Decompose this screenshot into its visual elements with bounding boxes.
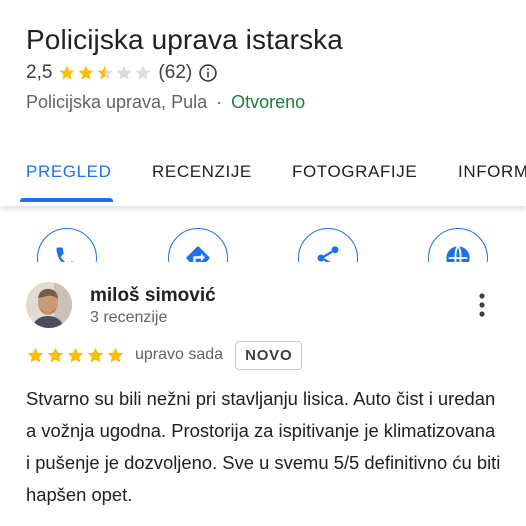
star-icon xyxy=(97,65,113,80)
reviewer-review-count: 3 recenzije xyxy=(90,309,168,326)
tab-photos[interactable]: FOTOGRAFIJE xyxy=(292,162,417,182)
separator-dot: · xyxy=(216,92,223,112)
tab-bar: PREGLED RECENZIJE FOTOGRAFIJE INFORM xyxy=(0,140,526,204)
rating-row: 2,5 (62) xyxy=(26,62,218,84)
review-count[interactable]: (62) xyxy=(158,62,192,84)
star-icon xyxy=(59,65,75,80)
open-status: Otvoreno xyxy=(231,92,306,112)
rating-value: 2,5 xyxy=(26,62,53,83)
tab-reviews[interactable]: RECENZIJE xyxy=(152,162,252,182)
review-time: upravo sada xyxy=(135,346,224,363)
tab-info[interactable]: INFORM xyxy=(458,162,526,182)
star-icon xyxy=(47,347,64,363)
place-header: Policijska uprava istarska 2,5 (62) Poli… xyxy=(0,0,526,206)
category-location: Policijska uprava, Pula xyxy=(26,92,208,112)
star-icon xyxy=(27,347,44,363)
star-icon xyxy=(67,347,84,363)
info-icon[interactable] xyxy=(198,63,218,83)
active-tab-indicator xyxy=(20,198,113,202)
reviewer-name[interactable]: miloš simović xyxy=(90,285,216,307)
star-icon xyxy=(78,65,94,80)
review-card-background xyxy=(0,262,526,302)
tab-overview[interactable]: PREGLED xyxy=(26,162,111,182)
place-title: Policijska uprava istarska xyxy=(26,24,343,55)
review-meta: upravo sada NOVO xyxy=(26,340,303,370)
new-badge: NOVO xyxy=(235,340,303,370)
more-options-icon[interactable] xyxy=(470,290,494,320)
reviewer-avatar[interactable] xyxy=(26,282,72,328)
place-subtitle: Policijska uprava, Pula · Otvoreno xyxy=(26,92,305,113)
review-text: Stvarno su bili nežni pri stavljanju lis… xyxy=(26,388,501,505)
star-icon xyxy=(87,347,104,363)
star-icon xyxy=(135,65,151,80)
review-stars xyxy=(26,346,125,365)
star-icon xyxy=(116,65,132,80)
star-icon xyxy=(107,347,124,363)
rating-stars xyxy=(58,64,152,82)
avatar-photo-icon xyxy=(26,282,72,328)
